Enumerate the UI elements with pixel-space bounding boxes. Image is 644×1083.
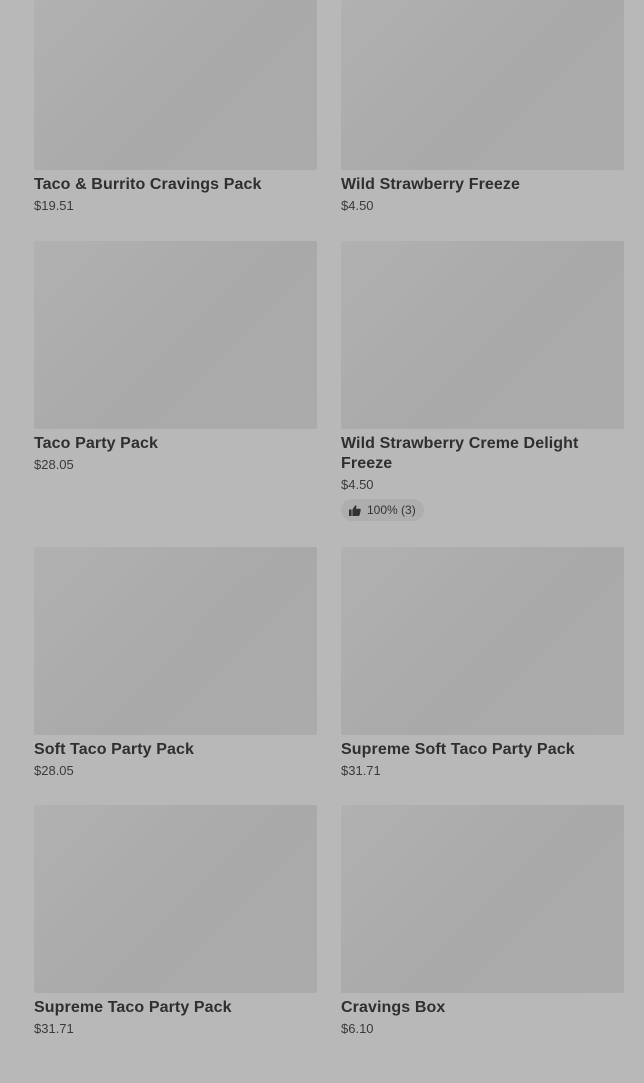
rating-badge: 100% (3) <box>341 499 424 521</box>
product-card[interactable]: Wild Strawberry Creme Delight Freeze $4.… <box>341 241 624 521</box>
product-card[interactable]: Cravings Box $6.10 <box>341 805 624 1037</box>
product-price: $4.50 <box>341 198 374 213</box>
product-price: $31.71 <box>34 1021 74 1036</box>
product-image[interactable] <box>34 805 317 993</box>
product-card[interactable]: Supreme Taco Party Pack $31.71 <box>34 805 317 1037</box>
product-image[interactable] <box>34 241 317 429</box>
thumbs-up-icon <box>349 504 361 516</box>
product-price: $28.05 <box>34 457 74 472</box>
product-image[interactable] <box>341 805 624 993</box>
product-name[interactable]: Cravings Box <box>341 998 624 1018</box>
product-card[interactable]: Wild Strawberry Freeze $4.50 <box>341 0 624 214</box>
product-image[interactable] <box>34 0 317 170</box>
product-image[interactable] <box>341 241 624 429</box>
product-name[interactable]: Taco & Burrito Cravings Pack <box>34 175 317 195</box>
product-name[interactable]: Soft Taco Party Pack <box>34 740 317 760</box>
product-name[interactable]: Supreme Taco Party Pack <box>34 998 317 1018</box>
product-price: $31.71 <box>341 763 381 778</box>
product-card[interactable]: Taco & Burrito Cravings Pack $19.51 <box>34 0 317 214</box>
product-card[interactable]: Supreme Soft Taco Party Pack $31.71 <box>341 547 624 779</box>
product-price: $6.10 <box>341 1021 374 1036</box>
product-image[interactable] <box>341 547 624 735</box>
product-image[interactable] <box>34 547 317 735</box>
product-price: $28.05 <box>34 763 74 778</box>
product-price: $19.51 <box>34 198 74 213</box>
product-price: $4.50 <box>341 477 374 492</box>
product-name[interactable]: Wild Strawberry Freeze <box>341 175 624 195</box>
product-card[interactable]: Taco Party Pack $28.05 <box>34 241 317 473</box>
product-name[interactable]: Supreme Soft Taco Party Pack <box>341 740 624 760</box>
product-name[interactable]: Taco Party Pack <box>34 434 317 454</box>
product-name[interactable]: Wild Strawberry Creme Delight Freeze <box>341 434 624 474</box>
rating-text: 100% (3) <box>367 503 416 517</box>
product-card[interactable]: Soft Taco Party Pack $28.05 <box>34 547 317 779</box>
product-image[interactable] <box>341 0 624 170</box>
